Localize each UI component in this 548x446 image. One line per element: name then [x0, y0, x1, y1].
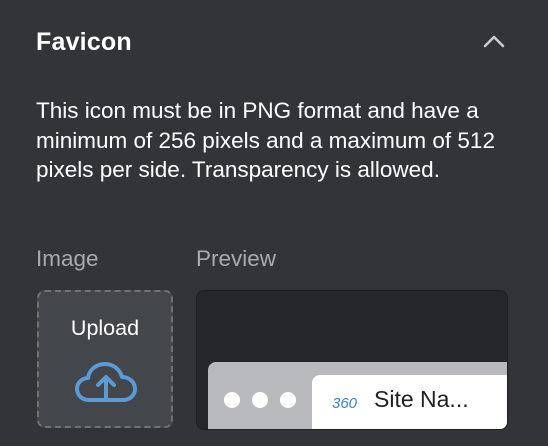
- section-title: Favicon: [36, 28, 132, 56]
- preview-label: Preview: [196, 246, 277, 271]
- image-label: Image: [36, 246, 99, 271]
- cloud-upload-icon: [75, 362, 137, 402]
- browser-tab: 360 Site Na...: [312, 375, 507, 429]
- favicon-description: This icon must be in PNG format and have…: [36, 98, 495, 182]
- upload-label: Upload: [70, 316, 140, 340]
- chevron-up-icon: [483, 35, 505, 48]
- site-favicon-icon: 360: [332, 395, 358, 412]
- collapse-button[interactable]: [478, 26, 510, 56]
- favicon-preview: 360 Site Na...: [196, 290, 508, 430]
- browser-tab-bar: 360 Site Na...: [208, 362, 507, 429]
- svg-text:360: 360: [332, 395, 358, 412]
- upload-button[interactable]: Upload: [37, 290, 173, 428]
- window-dot: [280, 392, 296, 408]
- tab-title: Site Na...: [374, 386, 469, 412]
- window-dot: [252, 392, 268, 408]
- favicon-settings-panel: Favicon This icon must be in PNG format …: [0, 0, 548, 446]
- window-dot: [224, 392, 240, 408]
